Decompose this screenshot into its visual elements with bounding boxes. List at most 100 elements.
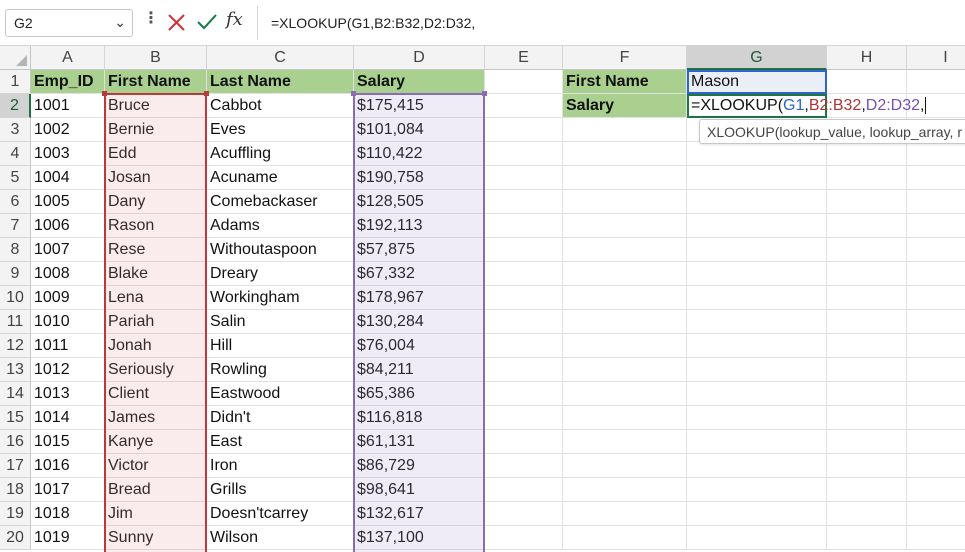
cell-e10[interactable] — [485, 286, 563, 310]
cell-i4[interactable] — [907, 142, 965, 166]
cell-f16[interactable] — [563, 430, 687, 454]
cell-e11[interactable] — [485, 310, 563, 334]
table-row-cell[interactable]: Wilson — [207, 526, 354, 550]
table-row-cell[interactable]: Sunny — [105, 526, 207, 550]
cell-e15[interactable] — [485, 406, 563, 430]
row-header-1[interactable]: 1 — [0, 70, 31, 94]
table-row-cell[interactable]: 1007 — [31, 238, 105, 262]
table-row-cell[interactable]: Acuname — [207, 166, 354, 190]
formula-edit-cell[interactable]: =XLOOKUP(G1,B2:B32,D2:D32, — [687, 94, 927, 118]
cell-f14[interactable] — [563, 382, 687, 406]
table-row-cell[interactable]: Eves — [207, 118, 354, 142]
table-row-cell[interactable]: Workingham — [207, 286, 354, 310]
table-row-cell[interactable]: Dany — [105, 190, 207, 214]
cell-g11[interactable] — [687, 310, 827, 334]
cell-h15[interactable] — [827, 406, 907, 430]
table-row-cell[interactable]: 1012 — [31, 358, 105, 382]
cell-i12[interactable] — [907, 334, 965, 358]
cell-h5[interactable] — [827, 166, 907, 190]
cell-h1[interactable] — [827, 70, 907, 94]
table-row-cell[interactable]: $128,505 — [354, 190, 485, 214]
row-header-17[interactable]: 17 — [0, 454, 31, 478]
column-header-b[interactable]: B — [105, 46, 207, 70]
cell-e5[interactable] — [485, 166, 563, 190]
table-row-cell[interactable]: Seriously — [105, 358, 207, 382]
cell-h17[interactable] — [827, 454, 907, 478]
column-header-c[interactable]: C — [207, 46, 354, 70]
table-row-cell[interactable]: 1008 — [31, 262, 105, 286]
table-row-cell[interactable]: $132,617 — [354, 502, 485, 526]
column-header-h[interactable]: H — [827, 46, 907, 70]
cell-i8[interactable] — [907, 238, 965, 262]
chevron-down-icon[interactable]: ⌄ — [114, 14, 126, 31]
table-row-cell[interactable]: 1009 — [31, 286, 105, 310]
table-row-cell[interactable]: Rason — [105, 214, 207, 238]
table-row-cell[interactable]: Client — [105, 382, 207, 406]
more-options-icon[interactable]: ⋮ — [143, 11, 159, 27]
table-row-cell[interactable]: Jonah — [105, 334, 207, 358]
table-row-cell[interactable]: Salin — [207, 310, 354, 334]
cell-g19[interactable] — [687, 502, 827, 526]
cell-f12[interactable] — [563, 334, 687, 358]
cell-f11[interactable] — [563, 310, 687, 334]
table-row-cell[interactable]: $67,332 — [354, 262, 485, 286]
table-row-cell[interactable]: Iron — [207, 454, 354, 478]
insert-function-icon[interactable]: fx — [226, 9, 243, 30]
table-row-cell[interactable]: 1010 — [31, 310, 105, 334]
cell-f9[interactable] — [563, 262, 687, 286]
cell-g17[interactable] — [687, 454, 827, 478]
cell-e8[interactable] — [485, 238, 563, 262]
cell-g18[interactable] — [687, 478, 827, 502]
enter-icon[interactable] — [195, 10, 219, 34]
row-header-6[interactable]: 6 — [0, 190, 31, 214]
formula-input[interactable]: =XLOOKUP(G1,B2:B32,D2:D32, — [257, 6, 965, 40]
cell-g10[interactable] — [687, 286, 827, 310]
table-row-cell[interactable]: $190,758 — [354, 166, 485, 190]
cell-i16[interactable] — [907, 430, 965, 454]
row-header-2[interactable]: 2 — [0, 94, 31, 118]
table-row-cell[interactable]: $178,967 — [354, 286, 485, 310]
table-row-cell[interactable]: $192,113 — [354, 214, 485, 238]
row-header-9[interactable]: 9 — [0, 262, 31, 286]
table-row-cell[interactable]: 1014 — [31, 406, 105, 430]
name-box[interactable]: G2 ⌄ — [5, 9, 133, 37]
cell-g15[interactable] — [687, 406, 827, 430]
table-row-cell[interactable]: 1011 — [31, 334, 105, 358]
table-row-cell[interactable]: Hill — [207, 334, 354, 358]
cell-i20[interactable] — [907, 526, 965, 550]
cell-e6[interactable] — [485, 190, 563, 214]
cell-h9[interactable] — [827, 262, 907, 286]
cell-e14[interactable] — [485, 382, 563, 406]
cell-h11[interactable] — [827, 310, 907, 334]
cell-f19[interactable] — [563, 502, 687, 526]
table-row-cell[interactable]: $137,100 — [354, 526, 485, 550]
column-header-i[interactable]: I — [907, 46, 965, 70]
table-row-cell[interactable]: Cabbot — [207, 94, 354, 118]
cell-h20[interactable] — [827, 526, 907, 550]
cell-f15[interactable] — [563, 406, 687, 430]
row-header-10[interactable]: 10 — [0, 286, 31, 310]
cell-g12[interactable] — [687, 334, 827, 358]
row-header-14[interactable]: 14 — [0, 382, 31, 406]
table-row-cell[interactable]: Doesn'tcarrey — [207, 502, 354, 526]
cell-e1[interactable] — [485, 70, 563, 94]
table-row-cell[interactable]: 1002 — [31, 118, 105, 142]
cell-f13[interactable] — [563, 358, 687, 382]
table-row-cell[interactable]: Rese — [105, 238, 207, 262]
table-row-cell[interactable]: Pariah — [105, 310, 207, 334]
cell-e13[interactable] — [485, 358, 563, 382]
row-header-18[interactable]: 18 — [0, 478, 31, 502]
cell-h13[interactable] — [827, 358, 907, 382]
first-name-value-cell[interactable]: Mason — [687, 70, 827, 94]
row-header-7[interactable]: 7 — [0, 214, 31, 238]
cell-g6[interactable] — [687, 190, 827, 214]
table-row-cell[interactable]: 1001 — [31, 94, 105, 118]
cell-f10[interactable] — [563, 286, 687, 310]
cell-h12[interactable] — [827, 334, 907, 358]
table-row-cell[interactable]: 1015 — [31, 430, 105, 454]
cell-g9[interactable] — [687, 262, 827, 286]
cell-f3[interactable] — [563, 118, 687, 142]
cell-e4[interactable] — [485, 142, 563, 166]
table-row-cell[interactable]: Blake — [105, 262, 207, 286]
cell-e18[interactable] — [485, 478, 563, 502]
